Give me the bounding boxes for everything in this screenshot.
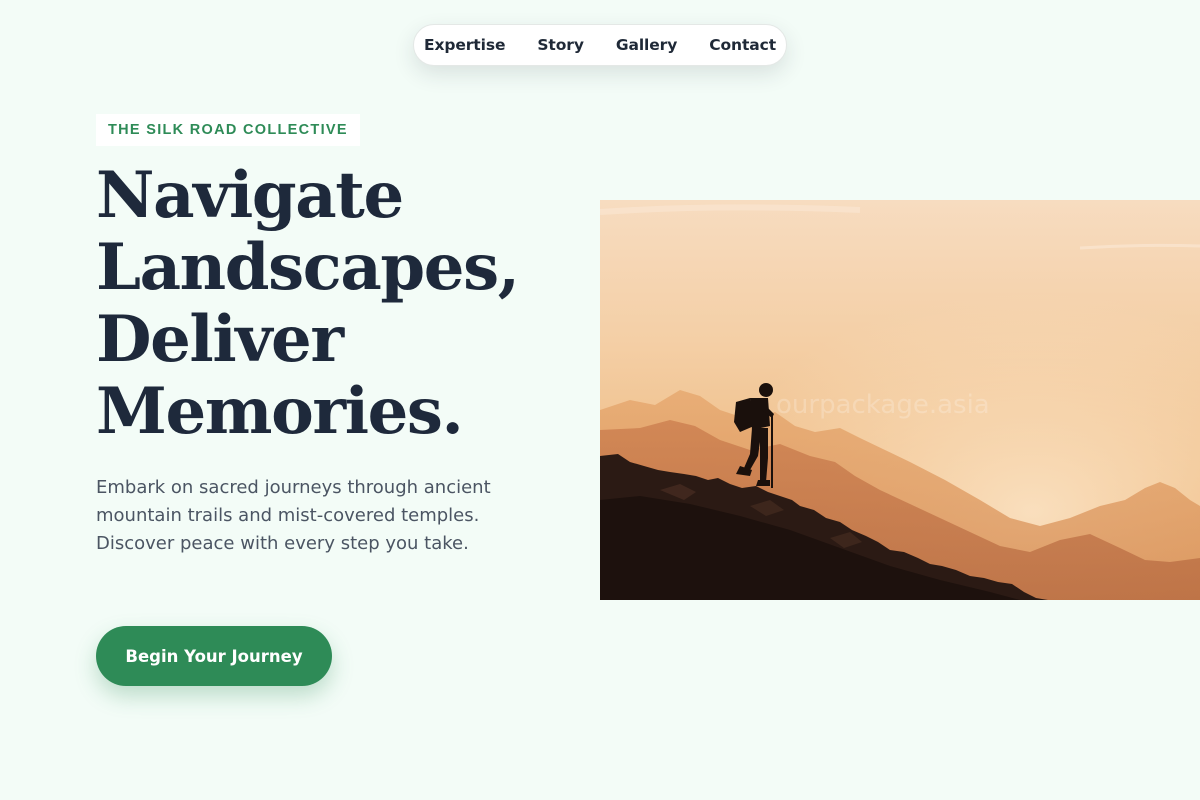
top-navigation: Expertise Story Gallery Contact (413, 24, 787, 66)
headline-line: Navigate (96, 158, 404, 233)
hero-image: ourpackage.asia (600, 200, 1200, 600)
nav-link-gallery[interactable]: Gallery (616, 36, 677, 54)
headline-line: Deliver (96, 302, 344, 377)
begin-journey-button[interactable]: Begin Your Journey (96, 626, 332, 686)
nav-link-contact[interactable]: Contact (709, 36, 776, 54)
hero-description: Embark on sacred journeys through ancien… (96, 477, 491, 554)
headline-line: Memories. (96, 374, 464, 449)
brand-tag: THE SILK ROAD COLLECTIVE (96, 114, 360, 146)
image-watermark: ourpackage.asia (776, 390, 990, 420)
hero-headline: Navigate Landscapes, Deliver Memories. (96, 160, 566, 448)
nav-link-story[interactable]: Story (537, 36, 584, 54)
nav-link-expertise[interactable]: Expertise (424, 36, 506, 54)
headline-line: Landscapes, (96, 230, 520, 305)
